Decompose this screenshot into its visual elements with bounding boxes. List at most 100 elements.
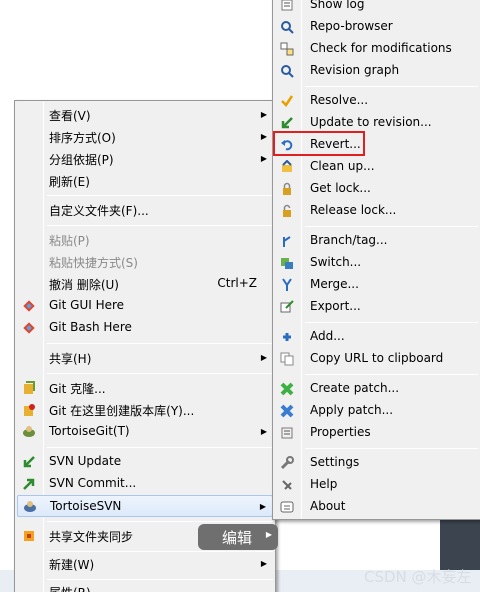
menu-item-get-lock[interactable]: Get lock...: [275, 178, 478, 200]
menu-item-label: 排序方式(O): [49, 131, 116, 145]
desktop-background: [0, 0, 14, 592]
menu-item-git-create-repo[interactable]: Git 在这里创建版本库(Y)...: [17, 399, 273, 421]
menu-separator: [305, 322, 478, 323]
menu-item-properties[interactable]: Properties: [275, 422, 478, 444]
tooltip-label: 编辑: [222, 528, 253, 547]
menu-separator: [47, 225, 273, 226]
watermark: CSDN @木妄左: [364, 568, 472, 586]
repo-browser-icon: [279, 19, 295, 35]
menu-item-git-clone[interactable]: Git 克隆...: [17, 377, 273, 399]
menu-item-label: 共享文件夹同步: [49, 530, 134, 544]
menu-item-git-gui[interactable]: Git GUI Here: [17, 295, 273, 317]
menu-item-about[interactable]: About: [275, 496, 478, 518]
merge-icon: [279, 277, 295, 293]
menu-item-apply-patch[interactable]: Apply patch...: [275, 400, 478, 422]
menu-item-merge[interactable]: Merge...: [275, 274, 478, 296]
tortoisesvn-submenu: Show log Repo-browser Check for modifica…: [272, 0, 480, 520]
menu-item-release-lock[interactable]: Release lock...: [275, 200, 478, 222]
menu-item-git-bash[interactable]: Git Bash Here: [17, 317, 273, 339]
menu-item-properties[interactable]: 属性(R): [17, 581, 273, 592]
menu-item-shortcut: Ctrl+Z: [217, 276, 257, 290]
tortoisegit-icon: [21, 424, 37, 440]
about-icon: [279, 499, 295, 515]
menu-item-label: 撤消 删除(U): [49, 278, 119, 292]
menu-item-clean-up[interactable]: Clean up...: [275, 156, 478, 178]
menu-separator: [47, 373, 273, 374]
menu-item-label: Branch/tag...: [310, 233, 388, 247]
menu-item-view[interactable]: 查看(V) ▶: [17, 104, 273, 126]
menu-item-tortoisegit[interactable]: TortoiseGit(T) ▶: [17, 421, 273, 443]
menu-item-tortoisesvn[interactable]: TortoiseSVN ▶: [17, 495, 273, 517]
branch-tag-icon: [279, 233, 295, 249]
menu-item-label: 自定义文件夹(F)...: [49, 204, 149, 218]
menu-item-label: Export...: [310, 299, 361, 313]
menu-item-show-log[interactable]: Show log: [275, 0, 478, 16]
menu-item-svn-commit[interactable]: SVN Commit...: [17, 473, 273, 495]
menu-item-add[interactable]: Add...: [275, 326, 478, 348]
menu-item-undo-delete[interactable]: 撤消 删除(U) Ctrl+Z: [17, 273, 273, 295]
create-patch-icon: [279, 381, 295, 397]
menu-item-label: SVN Update: [49, 454, 122, 468]
menu-separator: [47, 521, 273, 522]
menu-separator: [47, 551, 273, 552]
menu-item-label: Apply patch...: [310, 403, 394, 417]
menu-item-label: Show log: [310, 0, 365, 11]
menu-item-label: Settings: [310, 455, 360, 469]
switch-icon: [279, 255, 295, 271]
submenu-arrow-icon: ▶: [260, 353, 267, 362]
menu-item-copy-url[interactable]: Copy URL to clipboard: [275, 348, 478, 370]
menu-item-label: Clean up...: [310, 159, 375, 173]
menu-item-resolve[interactable]: Resolve...: [275, 90, 478, 112]
lock-icon: [279, 181, 295, 197]
submenu-arrow-icon: ▶: [260, 154, 267, 163]
explorer-pane: [280, 522, 440, 570]
menu-item-svn-update[interactable]: SVN Update: [17, 451, 273, 473]
menu-separator: [47, 447, 273, 448]
menu-item-paste[interactable]: 粘贴(P): [17, 229, 273, 251]
menu-separator: [305, 374, 478, 375]
menu-item-settings[interactable]: Settings: [275, 452, 478, 474]
properties-icon: [279, 425, 295, 441]
git-gui-icon: [21, 298, 37, 314]
menu-item-label: 粘贴(P): [49, 234, 90, 248]
menu-item-label: 分组依据(P): [49, 153, 114, 167]
menu-item-new[interactable]: 新建(W) ▶: [17, 553, 273, 575]
menu-item-create-patch[interactable]: Create patch...: [275, 378, 478, 400]
menu-item-label: Git GUI Here: [49, 298, 125, 312]
submenu-arrow-icon: ▶: [259, 502, 266, 511]
menu-item-refresh[interactable]: 刷新(E): [17, 170, 273, 192]
menu-item-label: SVN Commit...: [49, 476, 137, 490]
menu-item-label: Git Bash Here: [49, 320, 132, 334]
menu-item-revision-graph[interactable]: Revision graph: [275, 60, 478, 82]
git-create-repo-icon: [21, 402, 37, 418]
menu-item-branch-tag[interactable]: Branch/tag...: [275, 230, 478, 252]
submenu-arrow-icon: ▶: [260, 110, 267, 119]
menu-item-label: 属性(R): [49, 584, 91, 592]
submenu-arrow-icon: ▶: [260, 132, 267, 141]
apply-patch-icon: [279, 403, 295, 419]
svn-update-icon: [21, 454, 37, 470]
menu-item-help[interactable]: Help: [275, 474, 478, 496]
menu-item-repo-browser[interactable]: Repo-browser: [275, 16, 478, 38]
menu-item-label: TortoiseSVN: [50, 499, 122, 513]
menu-separator: [47, 343, 273, 344]
tortoisesvn-icon: [22, 499, 38, 515]
update-to-revision-icon: [279, 115, 295, 131]
menu-item-sort-by[interactable]: 排序方式(O) ▶: [17, 126, 273, 148]
menu-item-check-modifications[interactable]: Check for modifications: [275, 38, 478, 60]
menu-item-label: Check for modifications: [310, 41, 452, 55]
menu-item-paste-shortcut[interactable]: 粘贴快捷方式(S): [17, 251, 273, 273]
clean-up-icon: [279, 159, 295, 175]
menu-item-export[interactable]: Export...: [275, 296, 478, 318]
menu-item-share[interactable]: 共享(H) ▶: [17, 347, 273, 369]
menu-item-switch[interactable]: Switch...: [275, 252, 478, 274]
add-icon: [279, 329, 295, 345]
revert-highlight-box: [273, 131, 365, 156]
menu-item-group-by[interactable]: 分组依据(P) ▶: [17, 148, 273, 170]
svn-commit-icon: [21, 476, 37, 492]
menu-item-customize-folder[interactable]: 自定义文件夹(F)...: [17, 199, 273, 221]
menu-separator: [305, 226, 478, 227]
menu-item-label: Add...: [310, 329, 345, 343]
submenu-arrow-icon: ▶: [265, 530, 272, 539]
menu-item-label: Update to revision...: [310, 115, 432, 129]
